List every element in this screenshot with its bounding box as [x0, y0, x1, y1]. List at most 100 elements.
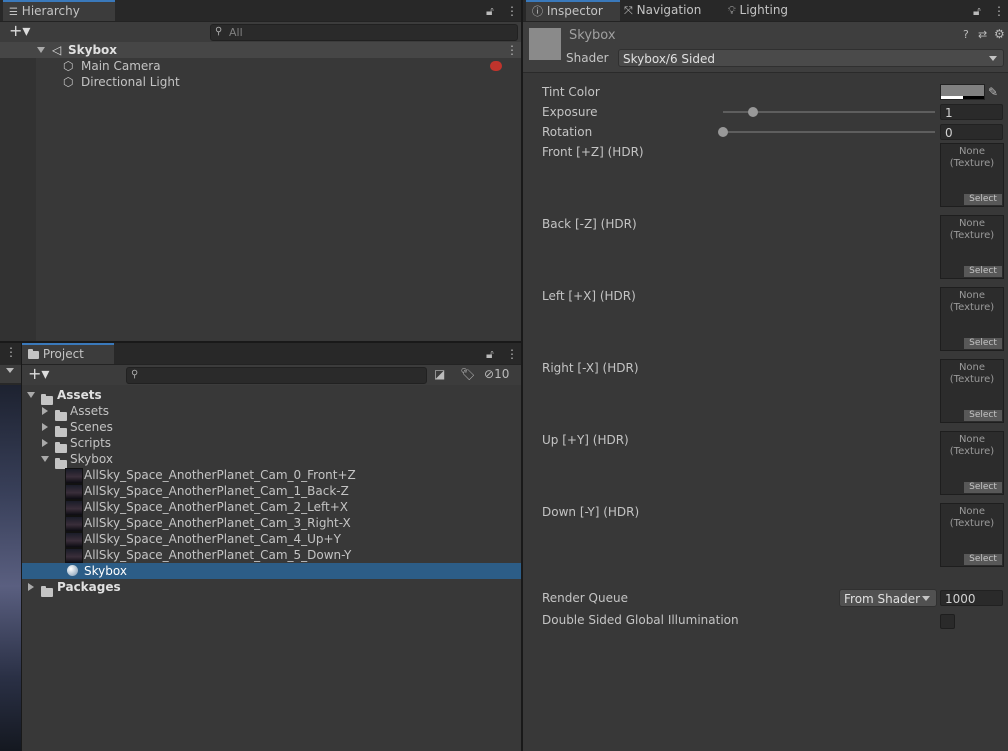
tree-item-packages[interactable]: Packages [22, 579, 521, 597]
texture-type-text: (Texture) [949, 158, 995, 169]
texture-select-button[interactable]: Select [964, 482, 1002, 493]
lock-icon[interactable]: 🔓︎ [486, 347, 494, 361]
texture-slot-down[interactable]: None (Texture) Select [940, 503, 1004, 567]
expand-icon[interactable] [27, 392, 35, 398]
folder-icon [41, 586, 53, 597]
texture-slot-up[interactable]: None (Texture) Select [940, 431, 1004, 495]
texture-front-label: Front [+Z] (HDR) [542, 145, 644, 159]
texture-select-button[interactable]: Select [964, 410, 1002, 421]
list-item[interactable]: ⬡ Directional Light [0, 74, 521, 90]
texture-type-text: (Texture) [949, 230, 995, 241]
list-item[interactable]: AllSky_Space_AnotherPlanet_Cam_0_Front+Z [22, 467, 521, 484]
scene-more-icon[interactable]: ⋮ [506, 43, 518, 57]
texture-thumbnail-icon [65, 516, 83, 532]
render-queue-dropdown[interactable]: From Shader [839, 589, 937, 607]
eyedropper-icon[interactable]: ✎ [988, 85, 998, 99]
tint-color-label: Tint Color [542, 85, 600, 99]
dropdown-arrow-icon[interactable] [6, 368, 14, 373]
lightbulb-icon: 💡︎ [728, 4, 736, 17]
expand-icon[interactable] [37, 47, 45, 53]
material-name: Skybox [569, 28, 616, 43]
tab-lighting[interactable]: 💡︎ Lighting [722, 0, 794, 21]
double-sided-gi-checkbox[interactable] [940, 614, 955, 629]
tree-item-assets[interactable]: Assets [22, 387, 521, 405]
project-search-input[interactable]: ⚲ [126, 367, 427, 384]
exposure-slider-handle[interactable] [747, 107, 758, 117]
rotation-slider-track[interactable] [723, 131, 935, 133]
render-queue-value: 1000 [945, 592, 976, 606]
tint-color-swatch[interactable] [940, 84, 985, 100]
list-item-selected[interactable]: Skybox [22, 563, 521, 579]
scene-view-image[interactable] [0, 385, 21, 751]
tree-item-scripts[interactable]: Scripts [22, 435, 521, 453]
tab-hierarchy[interactable]: ☰ Hierarchy [3, 0, 115, 21]
list-icon: ☰ [9, 7, 18, 18]
warning-badge-icon [490, 61, 502, 71]
list-item-label: AllSky_Space_AnotherPlanet_Cam_2_Left+X [84, 500, 348, 514]
list-item[interactable]: AllSky_Space_AnotherPlanet_Cam_3_Right-X [22, 515, 521, 532]
exposure-field[interactable]: 1 [940, 104, 1003, 120]
horizontal-splitter[interactable] [0, 341, 521, 343]
texture-select-button[interactable]: Select [964, 266, 1002, 277]
filter-by-label-icon[interactable]: 🏷︎ [460, 367, 475, 381]
render-queue-field[interactable]: 1000 [940, 590, 1003, 606]
scene-more-menu-icon[interactable]: ⋮ [5, 345, 17, 359]
list-item[interactable]: AllSky_Space_AnotherPlanet_Cam_4_Up+Y [22, 531, 521, 548]
tree-item-assets-sub[interactable]: Assets [22, 403, 521, 421]
collapse-icon[interactable] [42, 439, 48, 447]
shader-dropdown[interactable]: Skybox/6 Sided [618, 49, 1004, 67]
exposure-value: 1 [945, 106, 953, 120]
texture-select-button[interactable]: Select [964, 194, 1002, 205]
lock-icon[interactable]: 🔓︎ [486, 4, 494, 18]
list-item-label: AllSky_Space_AnotherPlanet_Cam_4_Up+Y [84, 532, 341, 546]
tab-project[interactable]: Project [22, 343, 114, 364]
tab-inspector[interactable]: ⓘ Inspector [526, 0, 620, 21]
texture-type-text: (Texture) [949, 374, 995, 385]
texture-slot-front[interactable]: None (Texture) Select [940, 143, 1004, 207]
tree-item-skybox-folder[interactable]: Skybox [22, 451, 521, 469]
chevron-down-icon [922, 596, 930, 601]
folder-icon [28, 348, 39, 359]
help-icon[interactable]: ? [963, 28, 969, 42]
texture-type-text: (Texture) [949, 302, 995, 313]
collapse-icon[interactable] [42, 407, 48, 415]
material-sphere-icon [67, 565, 78, 576]
add-icon[interactable]: +▾ [9, 22, 30, 40]
inspector-tabbar: ⓘ Inspector ⤧ Navigation 💡︎ Lighting 🔓︎ … [523, 0, 1008, 22]
rotation-slider-handle[interactable] [718, 127, 728, 137]
texture-select-button[interactable]: Select [964, 554, 1002, 565]
collapse-icon[interactable] [28, 583, 34, 591]
scene-row[interactable]: ◁ Skybox ⋮ [0, 42, 521, 58]
project-tabbar: Project 🔓︎ ⋮ [22, 343, 521, 365]
vertical-splitter[interactable] [521, 0, 523, 751]
texture-slot-left[interactable]: None (Texture) Select [940, 287, 1004, 351]
expand-icon[interactable] [41, 456, 49, 462]
texture-thumbnail-icon [65, 548, 83, 564]
list-item[interactable]: AllSky_Space_AnotherPlanet_Cam_2_Left+X [22, 499, 521, 516]
more-menu-icon[interactable]: ⋮ [506, 4, 518, 18]
gear-icon[interactable]: ⚙ [994, 27, 1005, 41]
hidden-packages-icon[interactable]: ⊘10 [484, 367, 509, 381]
texture-slot-right[interactable]: None (Texture) Select [940, 359, 1004, 423]
presets-icon[interactable]: ⇄ [978, 28, 987, 42]
shader-value: Skybox/6 Sided [623, 52, 715, 66]
lock-icon[interactable]: 🔓︎ [973, 4, 981, 18]
double-sided-gi-label: Double Sided Global Illumination [542, 613, 739, 627]
tree-item-scenes[interactable]: Scenes [22, 419, 521, 437]
rotation-field[interactable]: 0 [940, 124, 1003, 140]
list-item-label: Main Camera [81, 59, 161, 73]
inspector-panel: ⓘ Inspector ⤧ Navigation 💡︎ Lighting 🔓︎ … [523, 0, 1008, 751]
texture-select-button[interactable]: Select [964, 338, 1002, 349]
collapse-icon[interactable] [42, 423, 48, 431]
filter-by-type-icon[interactable]: ◪ [434, 367, 445, 381]
list-item[interactable]: AllSky_Space_AnotherPlanet_Cam_5_Down-Y [22, 547, 521, 564]
more-menu-icon[interactable]: ⋮ [506, 347, 518, 361]
more-menu-icon[interactable]: ⋮ [993, 4, 1005, 18]
tab-navigation[interactable]: ⤧ Navigation [618, 0, 707, 21]
list-item[interactable]: AllSky_Space_AnotherPlanet_Cam_1_Back-Z [22, 483, 521, 500]
texture-slot-back[interactable]: None (Texture) Select [940, 215, 1004, 279]
list-item[interactable]: ⬡ Main Camera [0, 58, 521, 74]
create-icon[interactable]: +▾ [28, 365, 49, 383]
hierarchy-search-input[interactable]: ⚲ All [210, 24, 518, 41]
texture-thumbnail-icon [65, 468, 83, 484]
